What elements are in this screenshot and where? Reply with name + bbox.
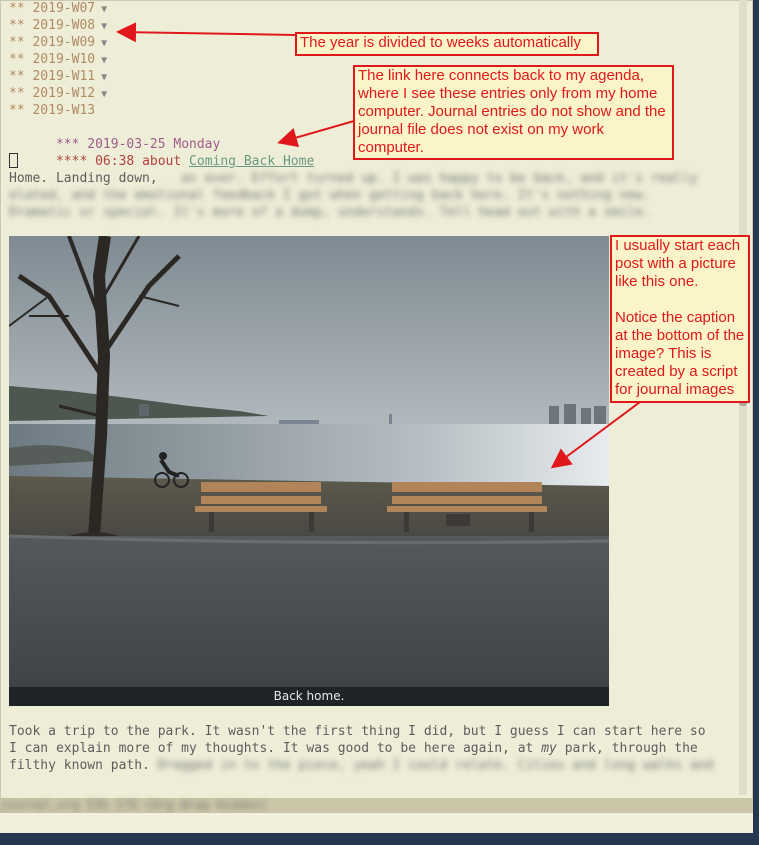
paragraph-line: Took a trip to the park. It wasn't the f… [9,724,706,739]
intro-line: Home. Landing down, as ever. Effort turn… [9,171,698,186]
fold-indicator-icon[interactable]: ▼ [101,89,107,100]
echo-area[interactable] [0,813,753,833]
paragraph[interactable]: Took a trip to the park. It wasn't the f… [9,723,739,774]
fold-indicator-icon[interactable]: ▼ [101,72,107,83]
paragraph-line: I can explain more of my thoughts. It wa… [9,741,698,756]
paragraph-line: filthy known path. Dragged in to the pie… [9,758,714,773]
week-label: 2019-W08 [32,18,96,33]
agenda-link[interactable]: Coming Back Home [189,154,314,169]
week-label: 2019-W10 [32,52,96,67]
entry-time: 06:38 [95,154,135,169]
photo-caption: Back home. [9,687,609,706]
image-annotation: I usually start each post with a picture… [610,235,750,403]
fold-indicator-icon[interactable]: ▼ [101,55,107,66]
weeks-annotation: The year is divided to weeks automatical… [295,32,599,56]
entry-about: about [142,154,182,169]
link-annotation: The link here connects back to my agenda… [353,65,674,160]
week-label: 2019-W13 [32,103,96,118]
fold-indicator-icon[interactable]: ▼ [101,4,107,15]
fold-indicator-icon[interactable]: ▼ [101,21,107,32]
lake-park-image [9,236,609,706]
week-label: 2019-W09 [32,35,96,50]
intro-blur-line: Dramatic or special. It's more of a dump… [9,205,651,220]
week-label: 2019-W12 [32,86,96,101]
day-heading-text: 2019-03-25 Monday [87,137,221,152]
week-label: 2019-W11 [32,69,96,84]
text-cursor [9,153,18,168]
journal-photo [9,236,609,706]
fold-indicator-icon[interactable]: ▼ [101,38,107,49]
week-heading[interactable]: ** 2019-W07 ▼ [9,0,739,17]
week-label: 2019-W07 [32,1,96,16]
mode-line: journal.org 53% 176 (Org Wrap Hidden) [0,798,753,813]
intro-blur-line: elated, and the emotional feedback I got… [9,188,651,203]
